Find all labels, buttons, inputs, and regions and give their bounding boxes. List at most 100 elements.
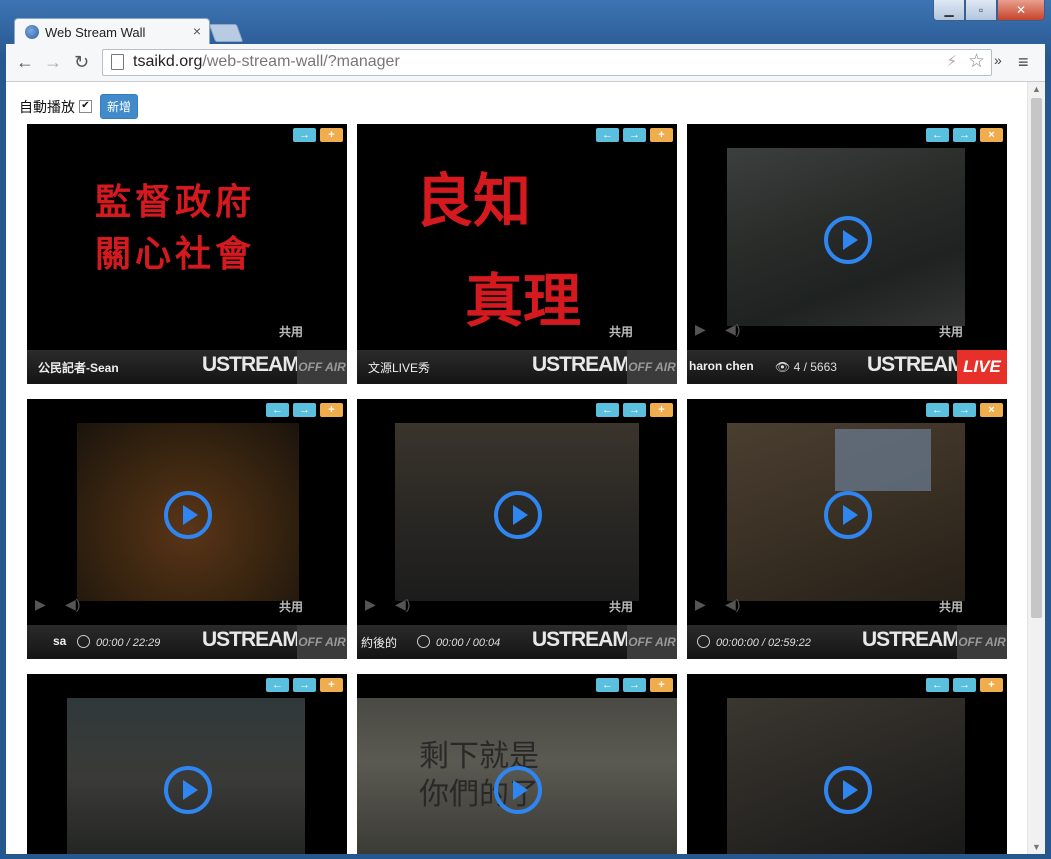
share-label: 共用 [938, 325, 963, 339]
page-icon [111, 54, 124, 70]
move-left-button[interactable]: ← [596, 128, 619, 142]
move-right-button[interactable]: → [953, 678, 976, 692]
add-button[interactable]: + [320, 678, 343, 692]
play-icon[interactable] [824, 766, 872, 814]
add-button[interactable]: + [650, 678, 673, 692]
maximize-button[interactable]: ▫ [965, 0, 997, 21]
stream-video[interactable]: ▶ ◀) 共用 [687, 399, 1007, 625]
close-window-button[interactable]: ✕ [997, 0, 1045, 21]
page-scrollbar[interactable]: ▲ ▼ [1027, 82, 1045, 854]
menu-button[interactable]: ≡ [1018, 52, 1029, 73]
channel-name: 文源LIVE秀 [368, 361, 431, 375]
add-button[interactable]: + [320, 128, 343, 142]
stream-video[interactable]: ▶ ◀) 共用 [357, 399, 677, 625]
volume-icon[interactable]: ◀) [725, 596, 740, 613]
play-icon[interactable] [164, 491, 212, 539]
move-right-button[interactable]: → [293, 678, 316, 692]
stream-video[interactable]: 剩下就是 你們的了 [357, 674, 677, 854]
scrollbar-thumb[interactable] [1031, 98, 1042, 618]
add-button[interactable]: + [320, 403, 343, 417]
volume-icon[interactable]: ◀) [725, 321, 740, 338]
stream-video[interactable]: ▶ ◀) 共用 [27, 399, 347, 625]
remove-button[interactable]: × [980, 128, 1003, 142]
share-label: 共用 [278, 325, 303, 339]
stream-cell: 監督政府 關心社會 共用 → + 公民記者-Sean USTREAM OFF A… [27, 124, 347, 384]
scroll-up-icon[interactable]: ▲ [1032, 84, 1041, 94]
stream-video[interactable] [687, 674, 1007, 854]
play-icon[interactable] [824, 216, 872, 264]
volume-icon[interactable]: ◀) [395, 596, 410, 613]
favicon-icon [25, 25, 39, 39]
scroll-down-icon[interactable]: ▼ [1032, 842, 1041, 852]
play-small-icon[interactable]: ▶ [695, 321, 706, 338]
stream-video[interactable]: 良知 真理 共用 [357, 124, 677, 350]
ustream-bar: 文源LIVE秀 USTREAM OFF AIR [357, 350, 677, 384]
move-right-button[interactable]: → [623, 403, 646, 417]
bookmark-star-icon[interactable]: ☆ [968, 50, 985, 73]
cell-controls: ← → + [926, 678, 1003, 692]
stream-cell: 良知 真理 共用 ← → + 文源LIVE秀 USTREAM OFF AIR [357, 124, 677, 384]
minimize-button[interactable]: ▁ [933, 0, 965, 21]
play-icon[interactable] [494, 491, 542, 539]
channel-name: 約後的 [361, 636, 398, 650]
cell-controls: ← → × [926, 128, 1003, 142]
forward-button[interactable]: → [44, 52, 62, 73]
move-right-button[interactable]: → [953, 403, 976, 417]
cell-controls: ← → + [266, 403, 343, 417]
autoplay-checkbox[interactable]: ✔ [79, 100, 92, 113]
move-left-button[interactable]: ← [266, 403, 289, 417]
play-small-icon[interactable]: ▶ [365, 596, 376, 613]
add-button[interactable]: + [980, 678, 1003, 692]
move-right-button[interactable]: → [293, 128, 316, 142]
move-left-button[interactable]: ← [596, 403, 619, 417]
move-right-button[interactable]: → [293, 403, 316, 417]
play-small-icon[interactable]: ▶ [695, 596, 706, 613]
move-left-button[interactable]: ← [926, 678, 949, 692]
play-icon[interactable] [824, 491, 872, 539]
move-right-button[interactable]: → [623, 678, 646, 692]
extensions-overflow-button[interactable]: » [994, 52, 1002, 68]
add-button[interactable]: + [650, 128, 673, 142]
browser-window: Web Stream Wall × ▁ ▫ ✕ ← → ↻ tsaikd.org… [0, 0, 1051, 859]
address-bar[interactable]: tsaikd.org/web-stream-wall/?manager ⚡ ☆ [102, 49, 992, 76]
play-icon[interactable] [494, 766, 542, 814]
clock-icon [697, 635, 710, 648]
volume-icon[interactable]: ◀) [65, 596, 80, 613]
stream-art-text: 監督政府 關心社會 [95, 181, 256, 275]
share-label: 共用 [608, 600, 633, 614]
browser-toolbar: ← → ↻ tsaikd.org/web-stream-wall/?manage… [6, 44, 1045, 82]
move-left-button[interactable]: ← [266, 678, 289, 692]
bolt-icon[interactable]: ⚡ [946, 52, 957, 70]
status-badge: OFF AIR [297, 625, 347, 659]
stream-video[interactable]: 監督政府 關心社會 共用 [27, 124, 347, 350]
live-badge: LIVE [957, 350, 1007, 384]
browser-tab[interactable]: Web Stream Wall × [14, 18, 210, 45]
back-button[interactable]: ← [16, 52, 34, 73]
channel-name: sa [53, 634, 67, 648]
add-button[interactable]: + [650, 403, 673, 417]
stream-cell: 剩下就是 你們的了 ← → + [357, 674, 677, 854]
move-left-button[interactable]: ← [596, 678, 619, 692]
reload-button[interactable]: ↻ [74, 52, 89, 73]
move-left-button[interactable]: ← [926, 403, 949, 417]
ustream-bar: 公民記者-Sean USTREAM OFF AIR [27, 350, 347, 384]
play-small-icon[interactable]: ▶ [35, 596, 46, 613]
move-right-button[interactable]: → [623, 128, 646, 142]
status-badge: OFF AIR [627, 625, 677, 659]
stream-video[interactable] [27, 674, 347, 854]
channel-name: 公民記者-Sean [38, 361, 119, 375]
move-left-button[interactable]: ← [926, 128, 949, 142]
play-icon[interactable] [164, 766, 212, 814]
remove-button[interactable]: × [980, 403, 1003, 417]
window-controls: ▁ ▫ ✕ [933, 0, 1045, 21]
stream-video[interactable]: ▶ ◀) 共用 [687, 124, 1007, 350]
new-tab-button[interactable] [208, 24, 244, 42]
add-stream-button[interactable]: 新增 [100, 94, 139, 119]
close-tab-icon[interactable]: × [193, 23, 201, 39]
stream-art-text: 剩下就是 你們的了 [419, 739, 539, 812]
autoplay-label: 自動播放 [19, 98, 75, 115]
move-right-button[interactable]: → [953, 128, 976, 142]
stream-cell: ▶ ◀) 共用 ← → × haron chen 👁 4 / 5663 USTR… [687, 124, 1007, 384]
cell-controls: ← → × [926, 403, 1003, 417]
time-display: 00:00 / 00:04 [417, 635, 500, 649]
